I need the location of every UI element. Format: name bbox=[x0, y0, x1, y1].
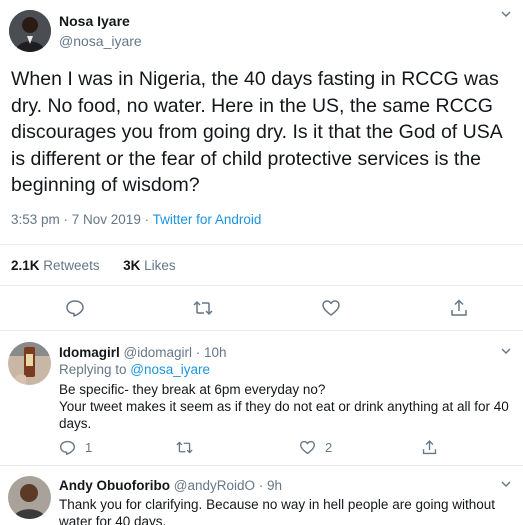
reply-text-line: water for 40 days. bbox=[59, 514, 167, 525]
reply-tweet[interactable]: Idomagirl @idomagirl · 10h Replying to @… bbox=[0, 331, 523, 465]
tweet-timestamp[interactable]: 3:53 pm · 7 Nov 2019 · bbox=[11, 212, 153, 227]
heart-icon bbox=[322, 300, 340, 316]
tweet-stats: 2.1K Retweets 3K Likes bbox=[11, 258, 176, 273]
retweets-label: Retweets bbox=[43, 258, 100, 273]
reply-avatar[interactable] bbox=[8, 476, 51, 519]
reply-text-line: days. bbox=[59, 416, 92, 431]
reply-author-name[interactable]: Andy Obuoforibo @andyRoidO · 9h bbox=[59, 478, 282, 493]
retweet-button[interactable] bbox=[192, 298, 214, 318]
chevron-down-icon[interactable] bbox=[500, 8, 512, 20]
replying-to: Replying to @nosa_iyare bbox=[59, 362, 210, 377]
reply-icon bbox=[66, 300, 84, 317]
main-tweet: Nosa Iyare @nosa_iyare When I was in Nig… bbox=[0, 0, 523, 331]
reply-count: 1 bbox=[85, 440, 93, 455]
share-icon bbox=[451, 299, 467, 316]
author-handle[interactable]: @nosa_iyare bbox=[59, 33, 142, 49]
like-button[interactable] bbox=[321, 298, 341, 318]
likes-stat[interactable]: 3K Likes bbox=[123, 258, 176, 273]
divider bbox=[0, 244, 523, 245]
replying-to-label: Replying to bbox=[59, 362, 131, 377]
divider bbox=[0, 285, 523, 286]
likes-label: Likes bbox=[144, 258, 176, 273]
retweet-button[interactable] bbox=[175, 439, 194, 456]
reply-actions: 1 2 bbox=[0, 439, 523, 459]
like-count: 2 bbox=[325, 440, 333, 455]
retweet-icon bbox=[193, 300, 213, 316]
reply-text-line: Your tweet makes it seem as if they do n… bbox=[59, 399, 509, 414]
author-avatar[interactable] bbox=[9, 10, 51, 52]
share-button[interactable] bbox=[421, 439, 438, 456]
share-icon bbox=[422, 440, 437, 455]
tweet-text: When I was in Nigeria, the 40 days fasti… bbox=[11, 68, 502, 196]
reply-text-line: Thank you for clarifying. Because no way… bbox=[59, 497, 496, 512]
reply-author-display-name: Idomagirl bbox=[59, 345, 120, 360]
reply-button[interactable]: 1 bbox=[59, 439, 92, 456]
retweets-count: 2.1K bbox=[11, 258, 40, 273]
reply-author-display-name: Andy Obuoforibo bbox=[59, 478, 170, 493]
share-button[interactable] bbox=[449, 298, 469, 318]
reply-avatar[interactable] bbox=[8, 342, 51, 385]
reply-tweet[interactable]: Andy Obuoforibo @andyRoidO · 9h Thank yo… bbox=[0, 466, 523, 525]
reply-text-line: Be specific- they break at 6pm everyday … bbox=[59, 382, 326, 397]
author-name[interactable]: Nosa Iyare bbox=[59, 13, 130, 29]
retweet-icon bbox=[176, 441, 193, 454]
reply-text: Thank you for clarifying. Because no way… bbox=[59, 496, 519, 525]
reply-button[interactable] bbox=[65, 298, 85, 318]
reply-text: Be specific- they break at 6pm everyday … bbox=[59, 381, 519, 432]
reply-author-handle: @andyRoidO · 9h bbox=[173, 478, 283, 493]
like-button[interactable]: 2 bbox=[299, 439, 332, 456]
chevron-down-icon[interactable] bbox=[500, 345, 512, 357]
chevron-down-icon[interactable] bbox=[500, 478, 512, 490]
tweet-actions bbox=[0, 298, 523, 322]
tweet-meta: 3:53 pm · 7 Nov 2019 · Twitter for Andro… bbox=[11, 212, 261, 227]
reply-icon bbox=[60, 440, 75, 455]
reply-author-handle: @idomagirl · 10h bbox=[123, 345, 227, 360]
likes-count: 3K bbox=[123, 258, 141, 273]
heart-icon bbox=[300, 440, 315, 455]
reply-author-name[interactable]: Idomagirl @idomagirl · 10h bbox=[59, 345, 227, 360]
tweet-source[interactable]: Twitter for Android bbox=[153, 212, 262, 227]
retweets-stat[interactable]: 2.1K Retweets bbox=[11, 258, 100, 273]
replying-to-mention[interactable]: @nosa_iyare bbox=[130, 362, 210, 377]
